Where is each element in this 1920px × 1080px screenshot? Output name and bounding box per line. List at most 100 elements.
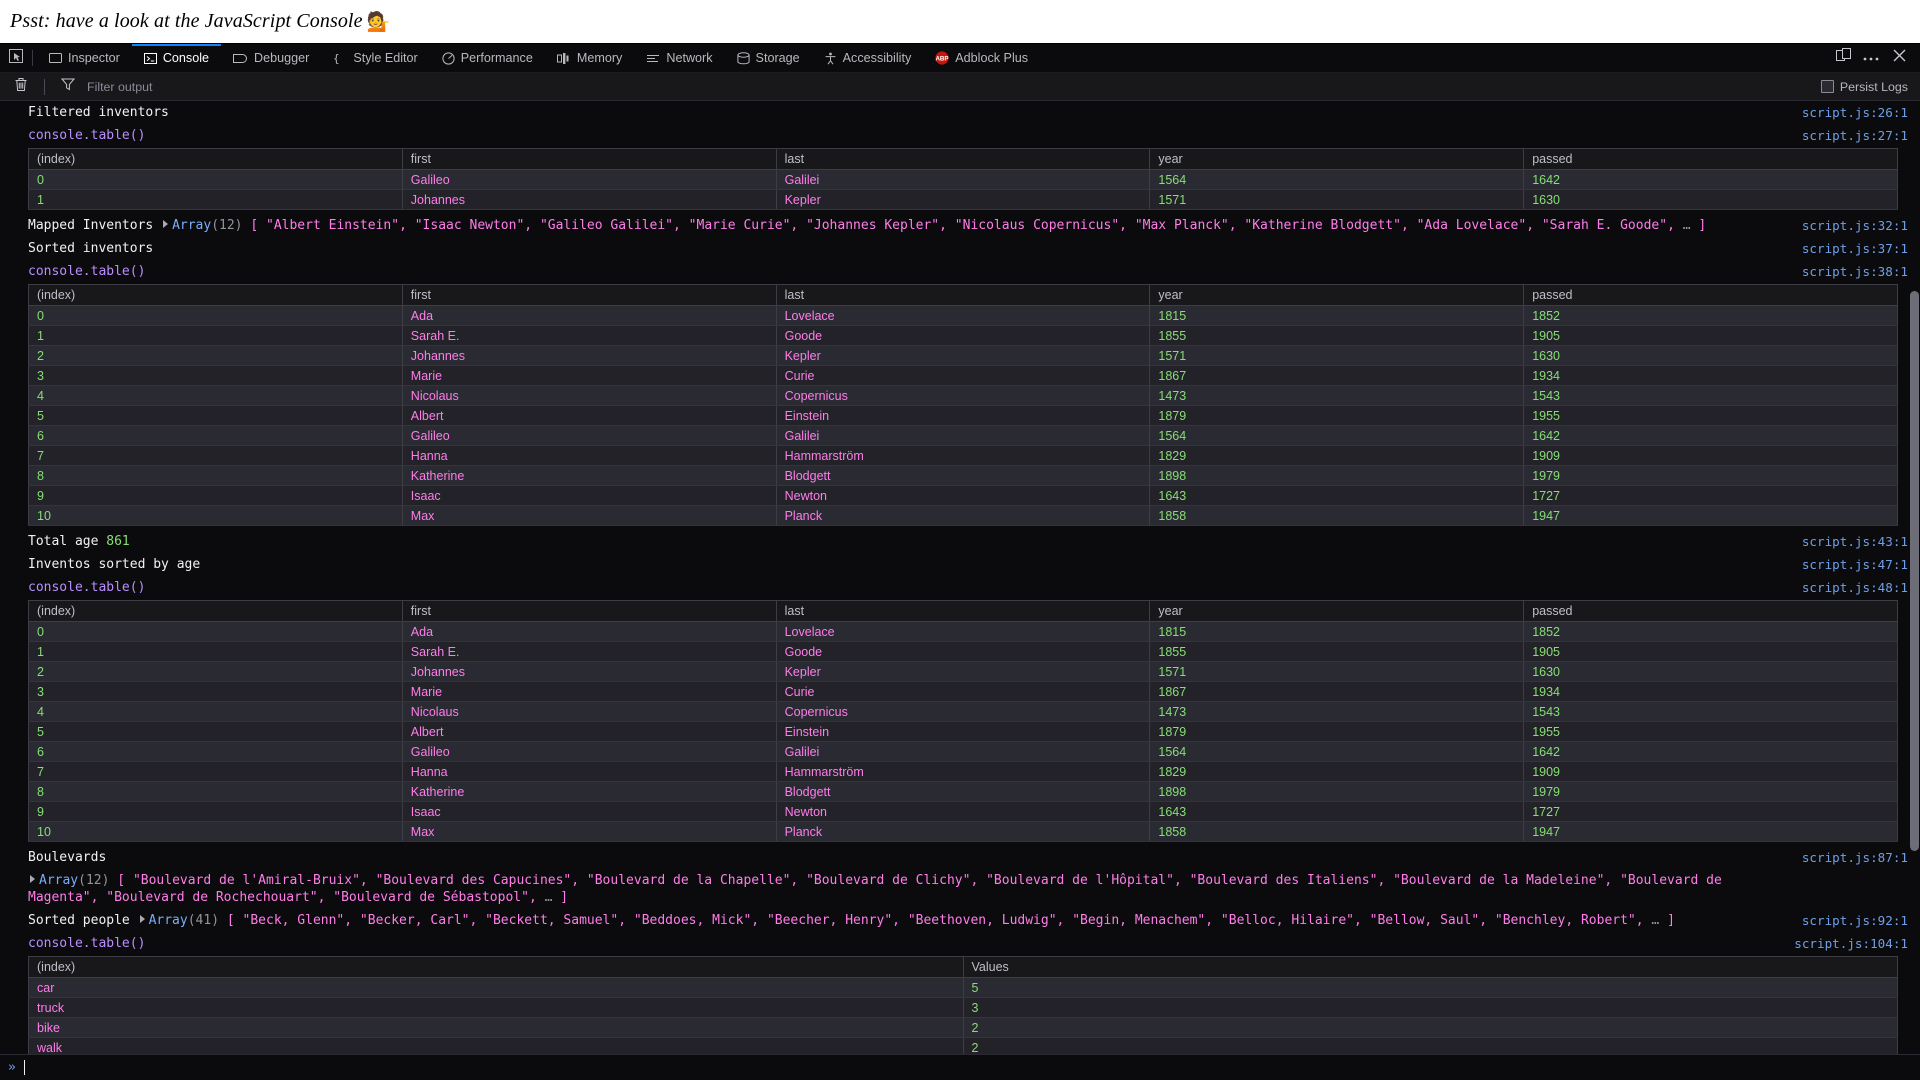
console-input-row[interactable]: »	[0, 1054, 1920, 1080]
array-item: "Boulevard de Sébastopol"	[333, 890, 529, 905]
table-header-cell[interactable]: (index)	[28, 284, 403, 306]
message-label: Mapped Inventors	[28, 218, 154, 233]
table-header-cell[interactable]: passed	[1523, 284, 1898, 306]
table-cell: 0	[28, 169, 403, 190]
table-cell: Sarah E.	[402, 641, 777, 662]
table-cell: 1643	[1149, 485, 1525, 506]
tab-storage[interactable]: Storage	[725, 44, 812, 72]
table-header-cell[interactable]: (index)	[28, 956, 964, 978]
funnel-icon	[60, 77, 76, 96]
element-picker-icon	[9, 48, 23, 68]
table-cell: 9	[28, 485, 403, 506]
table-header-cell[interactable]: passed	[1523, 148, 1898, 170]
tab-accessibility[interactable]: Accessibility	[812, 44, 924, 72]
table-cell: 1543	[1523, 701, 1898, 722]
console-scrollbar-thumb[interactable]	[1910, 291, 1919, 851]
array-item: "Beethoven, Ludwig"	[907, 913, 1057, 928]
table-header-cell[interactable]: last	[776, 284, 1151, 306]
table-header-cell[interactable]: last	[776, 148, 1151, 170]
truncation-ellipsis[interactable]: …	[545, 890, 553, 905]
table-header-cell[interactable]: first	[402, 284, 777, 306]
console-table-label: console.table() script.js:27:1	[0, 124, 1920, 147]
table-cell: 1934	[1523, 681, 1898, 702]
table-cell: Ada	[402, 305, 777, 326]
meatball-menu-button[interactable]	[1858, 45, 1884, 71]
tab-memory[interactable]: Memory	[545, 44, 634, 72]
element-picker-button[interactable]	[0, 44, 32, 72]
table-label-text: console.table()	[28, 580, 146, 595]
tab-console[interactable]: Console	[131, 44, 222, 72]
tab-adblock-plus[interactable]: ABP Adblock Plus	[923, 44, 1040, 72]
table-header-cell[interactable]: Values	[963, 956, 1898, 978]
truncation-ellipsis[interactable]: …	[1651, 913, 1659, 928]
tab-style-editor[interactable]: { } Style Editor	[321, 44, 429, 72]
source-link[interactable]: script.js:26:1	[1802, 104, 1908, 121]
table-header-cell[interactable]: year	[1149, 284, 1525, 306]
filter-toggle-button[interactable]	[55, 74, 81, 100]
table-cell: 1879	[1149, 405, 1525, 426]
array-item: "Boulevard de la Chapelle"	[586, 873, 791, 888]
source-link[interactable]: script.js:48:1	[1802, 579, 1908, 596]
table-row: 0 Galileo Galilei 1564 1642	[28, 169, 1898, 190]
source-link[interactable]: script.js:87:1	[1802, 849, 1908, 866]
table-header-cell[interactable]: first	[402, 600, 777, 622]
trash-icon	[14, 77, 28, 97]
tab-label: Adblock Plus	[955, 51, 1029, 65]
array-item: "Beck, Glenn"	[242, 913, 345, 928]
table-header-cell[interactable]: (index)	[28, 600, 403, 622]
table-cell: 1898	[1149, 465, 1525, 486]
table-cell: 1642	[1523, 169, 1898, 190]
expand-triangle-icon[interactable]	[163, 220, 169, 228]
table-cell: 8	[28, 465, 403, 486]
table-cell: 1934	[1523, 365, 1898, 386]
source-link[interactable]: script.js:92:1	[1802, 912, 1908, 929]
table-cell: Goode	[776, 641, 1151, 662]
table-header-cell[interactable]: year	[1149, 600, 1525, 622]
tab-inspector[interactable]: Inspector	[37, 44, 132, 72]
table-cell: 1571	[1149, 345, 1525, 366]
split-console-button[interactable]	[1830, 45, 1856, 71]
source-link[interactable]: script.js:27:1	[1802, 127, 1908, 144]
table-header-cell[interactable]: (index)	[28, 148, 403, 170]
persist-logs-checkbox[interactable]	[1820, 80, 1834, 93]
table-header-cell[interactable]: year	[1149, 148, 1525, 170]
tab-network[interactable]: Network	[634, 44, 724, 72]
tab-performance[interactable]: Performance	[430, 44, 545, 72]
close-devtools-button[interactable]	[1886, 45, 1912, 71]
source-link[interactable]: script.js:38:1	[1802, 263, 1908, 280]
message-text: Filtered inventors	[28, 105, 169, 120]
console-table: (index) first last year passed 0 Galileo Galile…	[0, 147, 1920, 214]
table-cell: 1	[28, 189, 403, 210]
array-item: "Belloc, Hilaire"	[1220, 913, 1354, 928]
debugger-icon	[233, 52, 248, 65]
table-cell: 1630	[1523, 345, 1898, 366]
table-cell: 1642	[1523, 425, 1898, 446]
source-link[interactable]: script.js:37:1	[1802, 240, 1908, 257]
console-message-text: Boulevards script.js:87:1	[0, 846, 1920, 869]
persist-logs-toggle[interactable]: Persist Logs	[1820, 80, 1912, 94]
filter-input[interactable]	[87, 79, 347, 94]
source-link[interactable]: script.js:32:1	[1802, 217, 1908, 234]
console-message-text: Total age 861 script.js:43:1	[0, 530, 1920, 553]
table-row: truck 3	[28, 997, 1898, 1018]
table-header-cell[interactable]: first	[402, 148, 777, 170]
table-header-cell[interactable]: passed	[1523, 600, 1898, 622]
expand-triangle-icon[interactable]	[139, 915, 145, 923]
table-label-text: console.table()	[28, 128, 146, 143]
tab-debugger[interactable]: Debugger	[221, 44, 321, 72]
table-header-cell[interactable]: last	[776, 600, 1151, 622]
table-cell: 1855	[1149, 641, 1525, 662]
table-cell: 1867	[1149, 681, 1525, 702]
clear-console-button[interactable]	[8, 74, 34, 100]
table-cell: 1643	[1149, 801, 1525, 822]
expand-triangle-icon[interactable]	[30, 875, 35, 883]
source-link[interactable]: script.js:47:1	[1802, 556, 1908, 573]
console-output[interactable]: Filtered inventors script.js:26:1 console.…	[0, 101, 1920, 1054]
table-cell: 1564	[1149, 169, 1525, 190]
source-link[interactable]: script.js:43:1	[1802, 533, 1908, 550]
devtools-toolbar: Inspector Console Debugger { } Style Editor P…	[0, 44, 1920, 73]
truncation-ellipsis[interactable]: …	[1683, 218, 1691, 233]
table-cell: 1905	[1523, 641, 1898, 662]
source-link[interactable]: script.js:104:1	[1794, 935, 1908, 952]
console-scrollbar[interactable]	[1908, 101, 1920, 1054]
